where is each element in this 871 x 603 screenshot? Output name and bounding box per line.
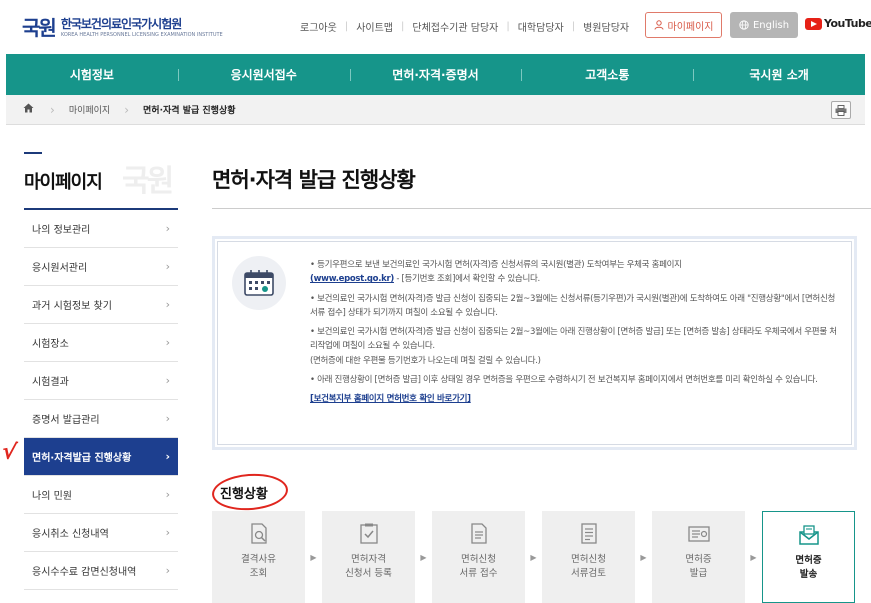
step-arrow-icon: ▶ <box>420 552 427 562</box>
hospital-manager-link[interactable]: 병원담당자 <box>583 19 629 34</box>
university-manager-link[interactable]: 대학담당자 <box>518 19 564 34</box>
site-logo[interactable]: 국원 한국보건의료인국가시험원 KOREA HEALTH PERSONNEL L… <box>22 12 223 40</box>
sidebar-title: 마이페이지 <box>24 172 103 193</box>
sitemap-link[interactable]: 사이트맵 <box>356 19 393 34</box>
review-icon <box>580 523 597 544</box>
mohw-license-link[interactable]: [보건복지부 홈페이지 면허번호 확인 바로가기] <box>310 394 471 404</box>
main-navigation: 시험정보 응시원서접수 면허·자격·증명서 고객소통 국시원 소개 <box>6 54 865 95</box>
sidebar-item-my-info[interactable]: 나의 정보관리 › <box>24 210 178 248</box>
notice-item: • 등기우편으로 보낸 보건의료인 국가시험 면허(자격)증 신청서류의 국시원… <box>310 260 682 285</box>
step-disqualification-check: 결격사유 조회 <box>212 511 305 603</box>
step-documents-received: 면허신청 서류 접수 <box>432 511 525 603</box>
sidebar-item-fee-reduction[interactable]: 응시수수료 감면신청내역 › <box>24 552 178 590</box>
utility-links: 로그아웃 | 사이트맵 | 단체접수기관 담당자 | 대학담당자 | 병원담당자 <box>300 19 630 34</box>
sidebar-item-application[interactable]: 응시원서관리 › <box>24 248 178 286</box>
chevron-right-icon: › <box>165 488 170 501</box>
notice-text: • 등기우편으로 보낸 보건의료인 국가시험 면허(자격)증 신청서류의 국시원… <box>310 258 840 412</box>
print-icon[interactable] <box>831 101 851 119</box>
breadcrumb: › 마이페이지 › 면허·자격 발급 진행상황 <box>6 95 865 125</box>
step-license-sent: 면허증 발송 <box>762 511 855 603</box>
sidebar-menu: 나의 정보관리 › 응시원서관리 › 과거 시험정보 찾기 › 시험장소 › 시험결과 ›… <box>24 210 178 590</box>
step-arrow-icon: ▶ <box>310 552 317 562</box>
home-icon[interactable] <box>6 103 50 116</box>
chevron-right-icon: › <box>165 450 170 463</box>
sidebar-item-exam-result[interactable]: 시험결과 › <box>24 362 178 400</box>
step-arrow-icon: ▶ <box>530 552 537 562</box>
globe-icon <box>739 20 749 30</box>
page-title: 면허·자격 발급 진행상황 <box>212 168 416 192</box>
mypage-button[interactable]: 마이페이지 <box>645 12 722 38</box>
chevron-right-icon: › <box>165 298 170 311</box>
checklist-icon <box>359 523 378 544</box>
step-arrow-icon: ▶ <box>750 552 757 562</box>
nav-about[interactable]: 국시원 소개 <box>693 66 865 83</box>
youtube-link[interactable]: YouTube <box>805 17 871 30</box>
checkmark-annotation: √ <box>0 439 19 466</box>
user-icon <box>654 20 663 30</box>
logo-name: 한국보건의료인국가시험원 <box>60 16 182 31</box>
progress-steps: 결격사유 조회 ▶ 면허자격 신청서 등록 ▶ 면허신청 서류 접수 ▶ 면허신… <box>212 511 855 603</box>
chevron-right-icon: › <box>165 336 170 349</box>
chevron-right-icon: › <box>165 260 170 273</box>
chevron-right-icon: › <box>165 526 170 539</box>
logout-link[interactable]: 로그아웃 <box>300 19 337 34</box>
license-card-icon <box>687 526 710 542</box>
nav-customer[interactable]: 고객소통 <box>521 66 693 83</box>
sidebar-item-exam-location[interactable]: 시험장소 › <box>24 324 178 362</box>
sidebar-item-license-progress[interactable]: 면허·자격발급 진행상황 › <box>24 438 178 476</box>
sidebar-item-certificate[interactable]: 증명서 발급관리 › <box>24 400 178 438</box>
progress-title: 진행상황 <box>220 487 268 502</box>
chevron-right-icon: › <box>165 374 170 387</box>
epost-link[interactable]: (www.epost.go.kr) <box>310 274 394 284</box>
title-divider <box>212 208 871 209</box>
sidebar-watermark: 국원 <box>122 164 174 199</box>
calendar-icon <box>232 256 286 310</box>
nav-license[interactable]: 면허·자격·증명서 <box>349 66 522 83</box>
step-application-register: 면허자격 신청서 등록 <box>322 511 415 603</box>
sidebar-title-accent <box>24 152 42 154</box>
youtube-icon <box>805 17 822 30</box>
chevron-right-icon: › <box>165 222 170 235</box>
sidebar-item-past-exams[interactable]: 과거 시험정보 찾기 › <box>24 286 178 324</box>
sidebar-item-cancellation[interactable]: 응시취소 신청내역 › <box>24 514 178 552</box>
step-documents-review: 면허신청 서류검토 <box>542 511 635 603</box>
notice-item: • 보건의료인 국가시험 면허(자격)증 발급 신청이 집중되는 2월~3월에는… <box>310 327 837 366</box>
envelope-icon <box>798 525 819 545</box>
document-icon <box>470 523 487 544</box>
chevron-right-icon: › <box>165 564 170 577</box>
search-doc-icon <box>250 523 267 544</box>
notice-item: • 보건의료인 국가시험 면허(자격)증 발급 신청이 집중되는 2월~3월에는… <box>310 293 835 318</box>
breadcrumb-current: 면허·자격 발급 진행상황 <box>143 106 236 116</box>
step-arrow-icon: ▶ <box>640 552 647 562</box>
nav-application[interactable]: 응시원서접수 <box>177 66 350 83</box>
step-license-issued: 면허증 발급 <box>652 511 745 603</box>
chevron-right-icon: › <box>165 412 170 425</box>
sidebar-item-my-complaints[interactable]: 나의 민원 › <box>24 476 178 514</box>
group-manager-link[interactable]: 단체접수기관 담당자 <box>412 19 498 34</box>
nav-exam-info[interactable]: 시험정보 <box>6 66 178 83</box>
notice-item: • 아래 진행상황이 [면허증 발급] 이후 상태일 경우 면허증을 우편으로 … <box>310 375 818 386</box>
logo-subtitle: KOREA HEALTH PERSONNEL LICENSING EXAMINA… <box>60 31 223 38</box>
english-button[interactable]: English <box>730 12 798 38</box>
breadcrumb-mypage[interactable]: 마이페이지 <box>55 103 124 116</box>
logo-mark: 국원 <box>22 15 57 40</box>
